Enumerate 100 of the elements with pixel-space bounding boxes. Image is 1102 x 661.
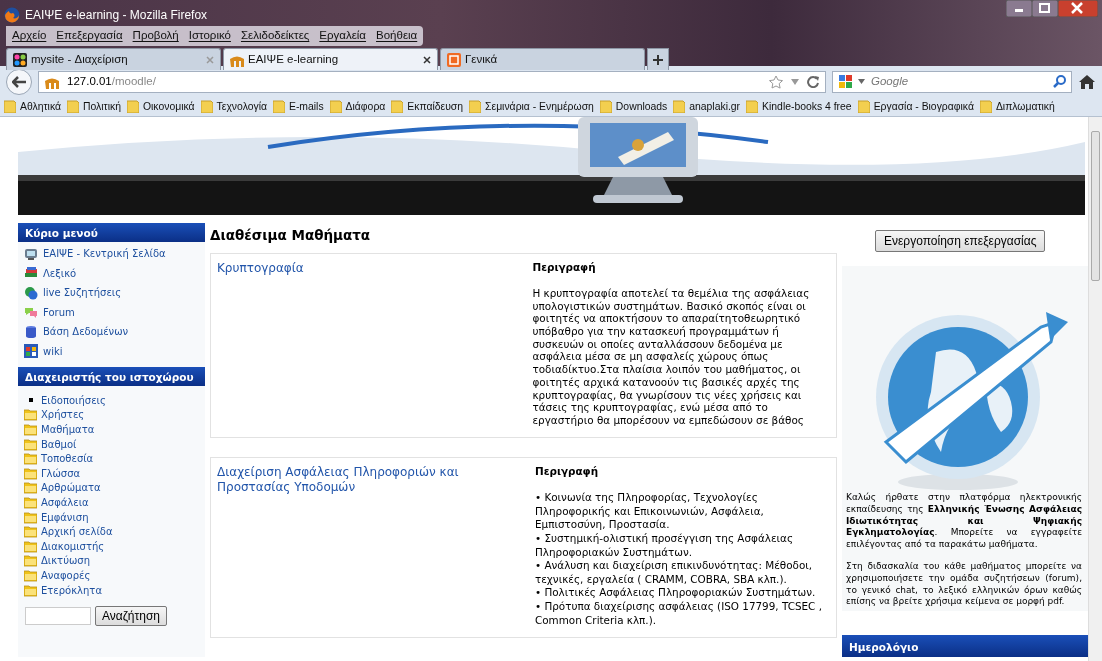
- folder-icon: [24, 525, 37, 539]
- bookmark-folder[interactable]: Εκπαίδευση: [391, 98, 464, 115]
- description-text: • Ανάλυση και διαχείριση επικινδυνότητας: Μέθοδοι, τεχνικές, εργαλεία ( CRAMM, COBRA, SBA κλπ.).: [535, 559, 814, 587]
- welcome-text: Καλώς ήρθατε στην πλατφόρμα ηλεκτρονικής εκπαίδευσης της Ελληνικής Ένωσης Ασφάλειας Ιδιωτικότητας και Ψηφιακής Εγκληματολογίας. Μπορείτε να εγγραφείτε επιλέγοντας από τα παρακάτω μαθήματα.: [846, 492, 1082, 551]
- description-label: Περιγραφή: [535, 464, 600, 479]
- browser-tab[interactable]: mysite - Διαχείριση: [6, 48, 221, 71]
- new-tab-icon[interactable]: [653, 54, 663, 65]
- menu-link[interactable]: live Συζητήσεις: [43, 285, 122, 301]
- dropdown-icon[interactable]: [791, 78, 799, 85]
- menu-item-icon: [24, 324, 38, 339]
- folder-icon: [24, 510, 37, 524]
- url-text: 127.0.01/moodle/: [67, 73, 156, 89]
- description-text: Η κρυπτογραφία αποτελεί τα θεμέλια της ασφάλειας υπολογιστικών συστημάτων. Βασικό σκοπός είναι οι φοιτητές να αποκτήσουν το απαραίτητοθεωρητικό υπόβαθρο για την κατασκευή προγραμμάτων ή συσκευών οι οποίες ανταλλάσσουν δεδομένα με ασφάλεια μέσα σε μη ασφαλείς χώρους όπως τοδιαδίκτυο.Στα πλαίσια λοιπόν του μαθήματος, οι φοιτητές αρχικά κατανοούν τις βασικές αρχές της κρυπτογραφίας, θα γνωρίσουν τις νέες χρήσεις και τάσεις της κρυπτογραφίας, ενώ μέσα από το εργαστήριο θα μπορέσουν να εμπεδώσουν σε βάθος: [532, 286, 811, 427]
- menu-link[interactable]: Λεξικό: [43, 265, 77, 281]
- browser-tab[interactable]: ΕΑΙΨΕ e-learning: [223, 48, 438, 71]
- menu-link[interactable]: Βάση Δεδομένων: [43, 324, 129, 340]
- folder-icon: [24, 423, 37, 436]
- folder-icon: [673, 100, 686, 113]
- admin-link[interactable]: Αρχική σελίδα: [41, 524, 113, 540]
- course-link[interactable]: Κρυπτογραφία: [217, 261, 533, 427]
- menu-item[interactable]: Προβολή: [132, 27, 179, 45]
- admin-link[interactable]: Εμφάνιση: [41, 509, 89, 525]
- bookmark-folder[interactable]: Διάφορα: [329, 98, 386, 115]
- admin-link[interactable]: Τοποθεσία: [41, 451, 94, 467]
- dropdown-icon: [858, 79, 865, 84]
- menu-link[interactable]: Forum: [43, 304, 75, 320]
- admin-link[interactable]: Μαθήματα: [41, 422, 95, 437]
- firefox-icon: [4, 7, 20, 23]
- course-link[interactable]: Διαχείριση Ασφάλειας Πληροφοριών και Προστασίας Υποδομών: [217, 464, 535, 628]
- bookmark-folder[interactable]: Kindle-books 4 free: [746, 98, 852, 115]
- folder-icon: [24, 408, 37, 422]
- folder-icon: [67, 100, 79, 113]
- folder-icon: [24, 481, 37, 495]
- menu-item[interactable]: Εργαλεία: [319, 27, 367, 45]
- maximize-button[interactable]: [1032, 0, 1058, 17]
- bookmark-folder[interactable]: Τεχνολογία: [200, 98, 267, 115]
- bookmark-folder[interactable]: Downloads: [599, 98, 668, 115]
- folder-icon: [126, 100, 139, 113]
- admin-link[interactable]: Βαθμοί: [41, 436, 77, 452]
- menu-item[interactable]: Ιστορικό: [188, 27, 231, 45]
- search-bar[interactable]: Google: [832, 70, 1072, 93]
- menu-item-icon: [24, 305, 38, 320]
- folder-icon: [24, 568, 37, 582]
- admin-link[interactable]: Χρήστες: [41, 407, 85, 423]
- folder-icon: [857, 100, 870, 113]
- block-header: Διαχειριστής του ιστοχώρου: [18, 367, 205, 386]
- admin-link[interactable]: Αναφορές: [41, 567, 91, 583]
- search-input[interactable]: [25, 607, 91, 626]
- tab-favicon-icon: [13, 52, 27, 67]
- search-engine-icon: [838, 73, 854, 90]
- folder-icon: [599, 100, 612, 113]
- edit-mode-button[interactable]: Ενεργοποίηση επεξεργασίας: [875, 230, 1046, 252]
- bookmark-folder[interactable]: Οικονομικά: [126, 98, 195, 115]
- admin-link[interactable]: Ειδοποιήσεις: [41, 392, 106, 408]
- folder-icon: [200, 100, 213, 113]
- bookmark-folder[interactable]: Αθλητικά: [4, 98, 61, 115]
- close-tab-icon[interactable]: [423, 55, 431, 64]
- bookmark-folder[interactable]: Εργασία - Βιογραφικά: [857, 98, 974, 115]
- menu-item[interactable]: Βοήθεια: [376, 27, 418, 45]
- folder-icon: [24, 466, 37, 480]
- admin-link[interactable]: Ετερόκλητα: [41, 582, 102, 598]
- admin-link[interactable]: Αρθρώματα: [41, 480, 101, 496]
- close-button[interactable]: [1058, 0, 1098, 17]
- reload-icon[interactable]: [807, 75, 819, 88]
- minimize-button[interactable]: [1006, 0, 1032, 17]
- folder-icon: [24, 495, 37, 509]
- admin-link[interactable]: Διακομιστής: [41, 538, 105, 554]
- folder-icon: [272, 100, 285, 113]
- bookmark-folder[interactable]: anaplaki.gr: [673, 98, 741, 115]
- description-text: • Πρότυπα διαχείρισης ασφάλειας (ISO 17799, TCSEC , Common Criteria κλπ.).: [535, 600, 823, 628]
- block-header: Κύριο μενού: [18, 223, 205, 242]
- folder-icon: [24, 539, 37, 553]
- search-button[interactable]: Αναζήτηση: [95, 606, 167, 627]
- description-label: Περιγραφή: [532, 261, 597, 274]
- menu-link[interactable]: wiki: [43, 343, 63, 359]
- folder-icon: [24, 452, 37, 466]
- folder-icon: [391, 100, 404, 113]
- bookmark-folder[interactable]: Διπλωματική: [979, 98, 1055, 115]
- admin-link[interactable]: Ασφάλεια: [41, 494, 89, 510]
- menu-item[interactable]: Σελιδοδείκτες: [240, 27, 310, 45]
- menu-link[interactable]: ΕΑΙΨΕ - Κεντρική Σελίδα: [43, 246, 166, 262]
- bookmark-folder[interactable]: Σεμινάρια - Ενημέρωση: [469, 98, 594, 115]
- bookmark-folder[interactable]: E-mails: [272, 98, 324, 115]
- back-button[interactable]: [6, 68, 32, 95]
- menu-item-icon: [24, 285, 38, 300]
- star-icon[interactable]: [769, 74, 783, 89]
- scrollbar[interactable]: [1088, 117, 1102, 661]
- address-bar[interactable]: 127.0.01/moodle/: [38, 70, 826, 93]
- window-title: ΕΑΙΨΕ e-learning - Mozilla Firefox: [25, 7, 208, 24]
- admin-link[interactable]: Δικτύωση: [41, 553, 90, 569]
- menu-item[interactable]: Αρχείο: [12, 27, 47, 45]
- folder-icon: [746, 100, 759, 113]
- admin-link[interactable]: Γλώσσα: [41, 465, 81, 481]
- menu-item[interactable]: Επεξεργασία: [56, 27, 123, 45]
- bookmark-folder[interactable]: Πολιτική: [67, 98, 121, 115]
- search-icon[interactable]: [1053, 75, 1066, 88]
- description-text: • Πολιτικές Ασφάλειας Πληροφοριακών Συστημάτων.: [535, 586, 817, 601]
- browser-tab[interactable]: Γενικά: [440, 48, 645, 71]
- home-icon[interactable]: [1078, 72, 1096, 91]
- folder-icon: [469, 100, 482, 113]
